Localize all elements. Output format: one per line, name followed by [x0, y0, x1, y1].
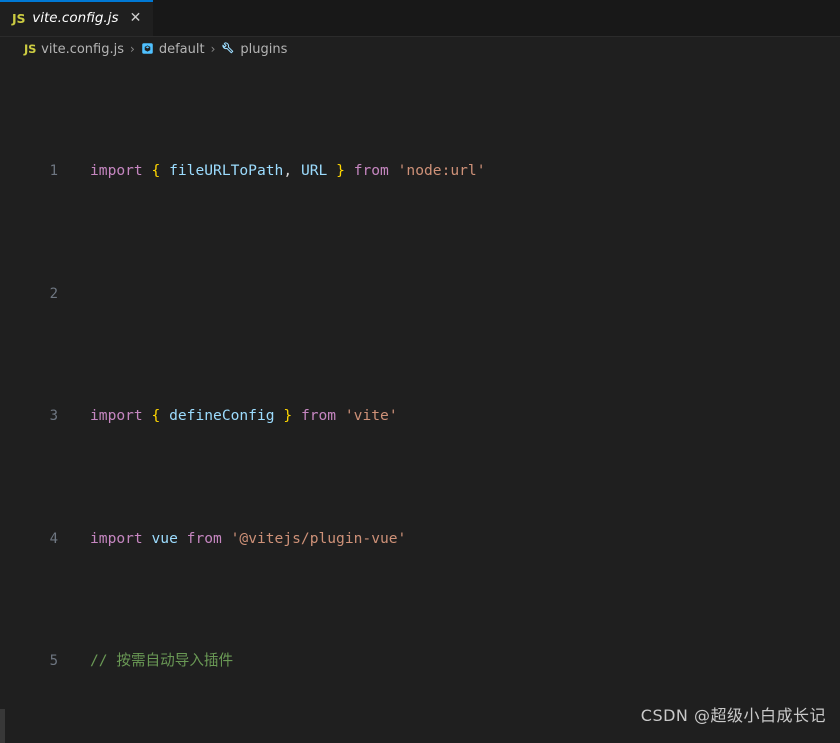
code-text[interactable]: // 按需自动导入插件: [88, 649, 840, 674]
line-number: 2: [49, 285, 58, 302]
tab-bar-empty-space: [152, 0, 840, 36]
token-string: 'vite': [344, 407, 398, 424]
code-text[interactable]: import vue from '@vitejs/plugin-vue': [88, 527, 840, 552]
line-number: 4: [49, 530, 58, 547]
line-number: 1: [49, 163, 58, 179]
token-identifier: vue: [151, 529, 178, 547]
token-comment: // 按需自动导入插件: [90, 652, 234, 669]
token-keyword: import: [90, 162, 143, 179]
tab-label: vite.config.js: [32, 10, 119, 26]
code-line[interactable]: 2: [0, 282, 840, 307]
breadcrumb-symbol-plugins: plugins: [240, 41, 288, 57]
token-keyword: from: [186, 529, 222, 547]
token-identifier: defineConfig: [169, 407, 275, 424]
vscode-window: JS vite.config.js ✕ JS vite.config.js › …: [0, 0, 840, 743]
token-string: 'node:url': [397, 162, 486, 179]
token-identifier: fileURLToPath: [169, 162, 284, 179]
token-brace: }: [336, 162, 345, 179]
code-content[interactable]: 1 import { fileURLToPath, URL } from 'no…: [0, 61, 840, 743]
javascript-file-icon: JS: [24, 42, 37, 56]
code-line[interactable]: 4 import vue from '@vitejs/plugin-vue': [0, 527, 840, 552]
breadcrumb-item-plugins[interactable]: plugins: [221, 41, 287, 58]
token-keyword: import: [90, 407, 143, 424]
code-text[interactable]: import { fileURLToPath, URL } from 'node…: [88, 159, 840, 184]
breadcrumb-symbol-default: default: [158, 41, 205, 57]
token-keyword: import: [90, 529, 143, 547]
line-number: 5: [49, 653, 58, 669]
token-brace: {: [151, 162, 161, 179]
code-line[interactable]: 1 import { fileURLToPath, URL } from 'no…: [0, 159, 840, 184]
editor-tab-bar: JS vite.config.js ✕: [0, 0, 840, 37]
line-number: 3: [49, 408, 58, 424]
cube-symbol-icon: [141, 42, 154, 57]
wrench-property-icon: [221, 41, 235, 58]
code-line[interactable]: 5 // 按需自动导入插件: [0, 649, 840, 674]
token-brace: }: [283, 407, 293, 424]
code-text[interactable]: import { defineConfig } from 'vite': [88, 404, 840, 429]
tab-active-indicator: [0, 0, 153, 2]
breadcrumb-file-name: vite.config.js: [41, 41, 125, 57]
token-brace: {: [151, 407, 161, 424]
token-string: '@vitejs/plugin-vue': [230, 529, 407, 547]
chevron-right-icon: ›: [130, 42, 135, 56]
code-editor[interactable]: 1 import { fileURLToPath, URL } from 'no…: [0, 61, 840, 743]
breadcrumb-item-file[interactable]: JS vite.config.js: [24, 42, 124, 57]
code-line[interactable]: 3 import { defineConfig } from 'vite': [0, 404, 840, 429]
token-keyword: from: [300, 407, 337, 424]
close-icon[interactable]: ✕: [128, 11, 144, 25]
token-identifier: URL: [300, 162, 328, 179]
breadcrumb-item-default[interactable]: default: [141, 42, 205, 57]
token-comma: ,: [283, 162, 293, 179]
editor-tab-vite-config[interactable]: JS vite.config.js ✕: [0, 0, 153, 36]
javascript-file-icon: JS: [12, 10, 26, 26]
breadcrumb: JS vite.config.js › default › plugins: [0, 37, 840, 61]
token-keyword: from: [353, 162, 389, 179]
chevron-right-icon: ›: [210, 42, 216, 56]
vertical-scrollbar-sliver[interactable]: [0, 709, 5, 743]
